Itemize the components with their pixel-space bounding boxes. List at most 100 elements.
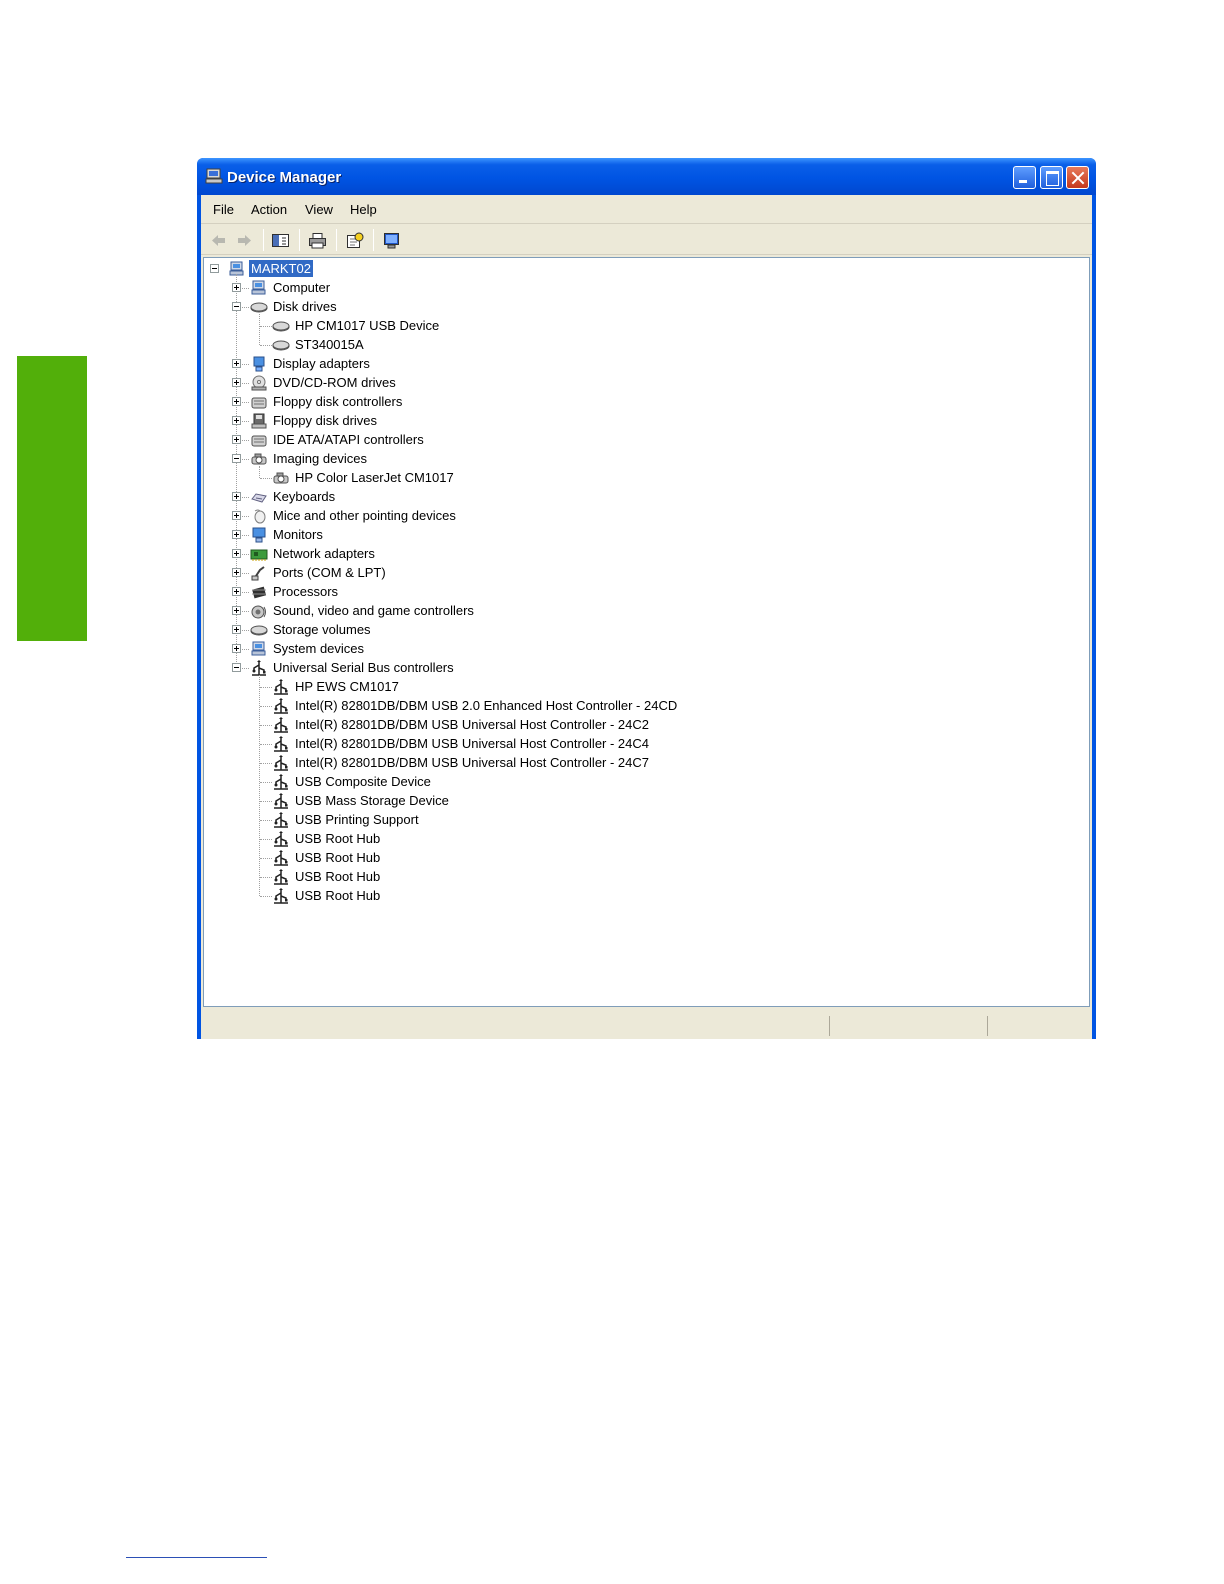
expand-toggle[interactable] — [232, 511, 241, 520]
tree-connector — [260, 801, 272, 802]
tree-device-label: USB Root Hub — [295, 869, 381, 884]
tree-category[interactable]: Floppy disk drives — [250, 411, 379, 430]
expand-toggle[interactable] — [232, 378, 241, 387]
tree-category[interactable]: Storage volumes — [250, 620, 373, 639]
expand-toggle[interactable] — [232, 625, 241, 634]
tree-category[interactable]: Monitors — [250, 525, 325, 544]
usb-icon — [252, 659, 266, 676]
tree-category[interactable]: Sound, video and game controllers — [250, 601, 476, 620]
tree-device[interactable]: USB Mass Storage Device — [272, 791, 451, 810]
tree-device[interactable]: HP Color LaserJet CM1017 — [272, 468, 456, 487]
tree-device-label: USB Root Hub — [295, 888, 381, 903]
tree-category[interactable]: DVD/CD-ROM drives — [250, 373, 398, 392]
tree-category[interactable]: IDE ATA/ATAPI controllers — [250, 430, 426, 449]
tree-device-label: USB Printing Support — [295, 812, 419, 827]
expand-toggle[interactable] — [232, 606, 241, 615]
menu-help[interactable]: Help — [350, 202, 377, 217]
scan-hardware-icon[interactable] — [382, 232, 401, 249]
expand-toggle[interactable] — [232, 530, 241, 539]
collapse-toggle[interactable] — [232, 454, 241, 463]
tree-category[interactable]: Computer — [250, 278, 332, 297]
title-bar[interactable]: Device Manager — [197, 158, 1096, 195]
tree-category-label: Universal Serial Bus controllers — [273, 660, 454, 675]
tree-connector — [260, 687, 272, 688]
monitor-icon — [252, 527, 266, 542]
back-icon[interactable] — [209, 232, 228, 249]
tree-category-label: Imaging devices — [273, 451, 367, 466]
tree-category[interactable]: System devices — [250, 639, 366, 658]
usb-icon — [274, 849, 288, 866]
expand-toggle[interactable] — [232, 283, 241, 292]
usb-icon — [274, 811, 288, 828]
expand-toggle[interactable] — [232, 359, 241, 368]
tree-device-label: Intel(R) 82801DB/DBM USB 2.0 Enhanced Ho… — [295, 698, 678, 713]
expand-toggle[interactable] — [232, 568, 241, 577]
tree-connector — [260, 820, 272, 821]
tree-connector — [259, 466, 260, 478]
menu-action[interactable]: Action — [251, 202, 287, 217]
maximize-button[interactable] — [1040, 166, 1063, 189]
tree-device-label: USB Root Hub — [295, 850, 381, 865]
tree-category-label: Floppy disk drives — [273, 413, 378, 428]
tree-category-label: Disk drives — [273, 299, 337, 314]
tree-device[interactable]: USB Root Hub — [272, 886, 382, 905]
tree-category[interactable]: Keyboards — [250, 487, 337, 506]
expand-toggle[interactable] — [232, 416, 241, 425]
menu-view[interactable]: View — [305, 202, 333, 217]
tree-device[interactable]: USB Printing Support — [272, 810, 421, 829]
tree-device[interactable]: USB Composite Device — [272, 772, 433, 791]
expand-toggle[interactable] — [232, 397, 241, 406]
tree-device[interactable]: HP CM1017 USB Device — [272, 316, 441, 335]
expand-toggle[interactable] — [232, 435, 241, 444]
usb-icon — [274, 830, 288, 847]
tree-category[interactable]: Ports (COM & LPT) — [250, 563, 388, 582]
tree-category[interactable]: Disk drives — [250, 297, 339, 316]
collapse-toggle[interactable] — [210, 264, 219, 273]
usb-icon — [274, 697, 288, 714]
tree-category-label: Mice and other pointing devices — [273, 508, 456, 523]
tree-category-label: Processors — [273, 584, 339, 599]
tree-device[interactable]: ST340015A — [272, 335, 366, 354]
disk-drive-icon — [272, 340, 290, 350]
tree-category[interactable]: Floppy disk controllers — [250, 392, 404, 411]
usb-icon — [274, 868, 288, 885]
tree-category[interactable]: Imaging devices — [250, 449, 369, 468]
tree-category[interactable]: Mice and other pointing devices — [250, 506, 458, 525]
toolbar-separator — [299, 229, 300, 251]
expand-toggle[interactable] — [232, 549, 241, 558]
close-button[interactable] — [1066, 166, 1089, 189]
tree-device[interactable]: Intel(R) 82801DB/DBM USB Universal Host … — [272, 734, 651, 753]
tree-device[interactable]: USB Root Hub — [272, 867, 382, 886]
expand-toggle[interactable] — [232, 644, 241, 653]
footer-rule — [126, 1557, 267, 1558]
tree-root[interactable]: MARKT02 — [228, 259, 313, 278]
tree-device-label: Intel(R) 82801DB/DBM USB Universal Host … — [295, 755, 650, 770]
collapse-toggle[interactable] — [232, 663, 241, 672]
show-hide-tree-icon[interactable] — [271, 232, 290, 249]
mouse-icon — [254, 509, 266, 523]
tree-device[interactable]: USB Root Hub — [272, 829, 382, 848]
tree-category[interactable]: Display adapters — [250, 354, 372, 373]
tree-category-label: System devices — [273, 641, 365, 656]
forward-icon[interactable] — [235, 232, 254, 249]
device-tree[interactable]: MARKT02 Computer Disk drives HP CM1017 USB … — [203, 257, 1090, 1007]
menu-file[interactable]: File — [213, 202, 234, 217]
collapse-toggle[interactable] — [232, 302, 241, 311]
device-manager-window: Device Manager File Action View Help MAR… — [197, 158, 1096, 1039]
minimize-button[interactable] — [1013, 166, 1036, 189]
print-icon[interactable] — [308, 232, 327, 249]
tree-device[interactable]: Intel(R) 82801DB/DBM USB Universal Host … — [272, 715, 651, 734]
properties-icon[interactable] — [345, 232, 364, 249]
expand-toggle[interactable] — [232, 587, 241, 596]
tree-category[interactable]: Universal Serial Bus controllers — [250, 658, 456, 677]
status-pane — [829, 1016, 987, 1036]
tree-category[interactable]: Processors — [250, 582, 340, 601]
tree-device[interactable]: USB Root Hub — [272, 848, 382, 867]
tree-category-label: Ports (COM & LPT) — [273, 565, 386, 580]
tree-category[interactable]: Network adapters — [250, 544, 377, 563]
menu-bar: File Action View Help — [201, 195, 1092, 224]
expand-toggle[interactable] — [232, 492, 241, 501]
tree-device[interactable]: Intel(R) 82801DB/DBM USB Universal Host … — [272, 753, 651, 772]
tree-device[interactable]: HP EWS CM1017 — [272, 677, 401, 696]
tree-device[interactable]: Intel(R) 82801DB/DBM USB 2.0 Enhanced Ho… — [272, 696, 679, 715]
